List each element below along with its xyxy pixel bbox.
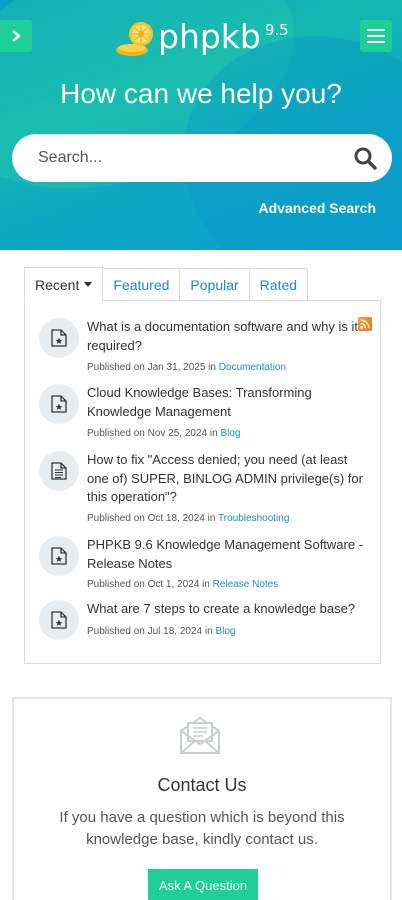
envelope-icon — [180, 716, 220, 754]
ask-question-button[interactable]: Ask A Question — [148, 869, 258, 900]
site-logo[interactable]: phpkb 9.5 — [114, 18, 289, 58]
search-bar — [12, 134, 392, 182]
article-category-link[interactable]: Release Notes — [213, 579, 279, 590]
article-title-link[interactable]: How to fix "Access denied; you need (at … — [87, 451, 367, 507]
article-title-link[interactable]: Cloud Knowledge Bases: Transforming Know… — [87, 384, 367, 421]
brand-name: phpkb — [158, 17, 261, 56]
sidebar-toggle-button[interactable] — [0, 20, 32, 52]
article-category-link[interactable]: Troubleshooting — [218, 513, 289, 524]
chevron-right-icon — [12, 30, 21, 42]
article-meta: Published on Oct 1, 2024 in Release Note… — [87, 579, 279, 590]
search-icon[interactable] — [352, 145, 378, 171]
article-category-link[interactable]: Documentation — [219, 362, 286, 373]
article-icon — [39, 600, 79, 640]
logo-icon — [116, 22, 153, 56]
article-icon — [39, 384, 79, 424]
caret-down-icon — [84, 282, 93, 287]
article-meta: Published on Oct 18, 2024 in Troubleshoo… — [87, 513, 290, 524]
hero-banner: phpkb 9.5 How can we help you? Advanced … — [0, 0, 402, 250]
tab-popular[interactable]: Popular — [180, 268, 250, 302]
tab-recent[interactable]: Recent — [24, 267, 104, 302]
article-meta: Published on Nov 25, 2024 in Blog — [87, 428, 241, 439]
menu-icon — [367, 29, 385, 31]
article-icon — [39, 536, 79, 576]
article-title-link[interactable]: PHPKB 9.6 Knowledge Management Software … — [87, 536, 367, 573]
brand-version: 9.5 — [264, 21, 289, 39]
article-meta: Published on Jan 31, 2025 in Documentati… — [87, 362, 287, 373]
contact-title: Contact Us — [157, 775, 247, 795]
article-category-link[interactable]: Blog — [220, 428, 240, 439]
contact-text: If you have a question which is beyond t… — [59, 809, 345, 848]
advanced-search-link[interactable]: Advanced Search — [259, 200, 377, 216]
article-title-link[interactable]: What are 7 steps to create a knowledge b… — [87, 600, 367, 619]
hero-title: How can we help you? — [60, 78, 342, 109]
article-icon — [39, 318, 79, 358]
menu-button[interactable] — [360, 20, 392, 52]
article-meta: Published on Jul 18, 2024 in Blog — [87, 626, 236, 637]
search-input[interactable] — [38, 149, 352, 167]
article-icon — [39, 451, 79, 491]
tab-rated[interactable]: Rated — [249, 268, 309, 302]
article-category-link[interactable]: Blog — [215, 626, 235, 637]
contact-card: Contact Us If you have a question which … — [12, 697, 392, 900]
article-title-link[interactable]: What is a documentation software and why… — [87, 318, 367, 355]
tab-featured[interactable]: Featured — [103, 268, 181, 302]
article-tabs: Recent Featured Popular Rated — [24, 267, 309, 302]
